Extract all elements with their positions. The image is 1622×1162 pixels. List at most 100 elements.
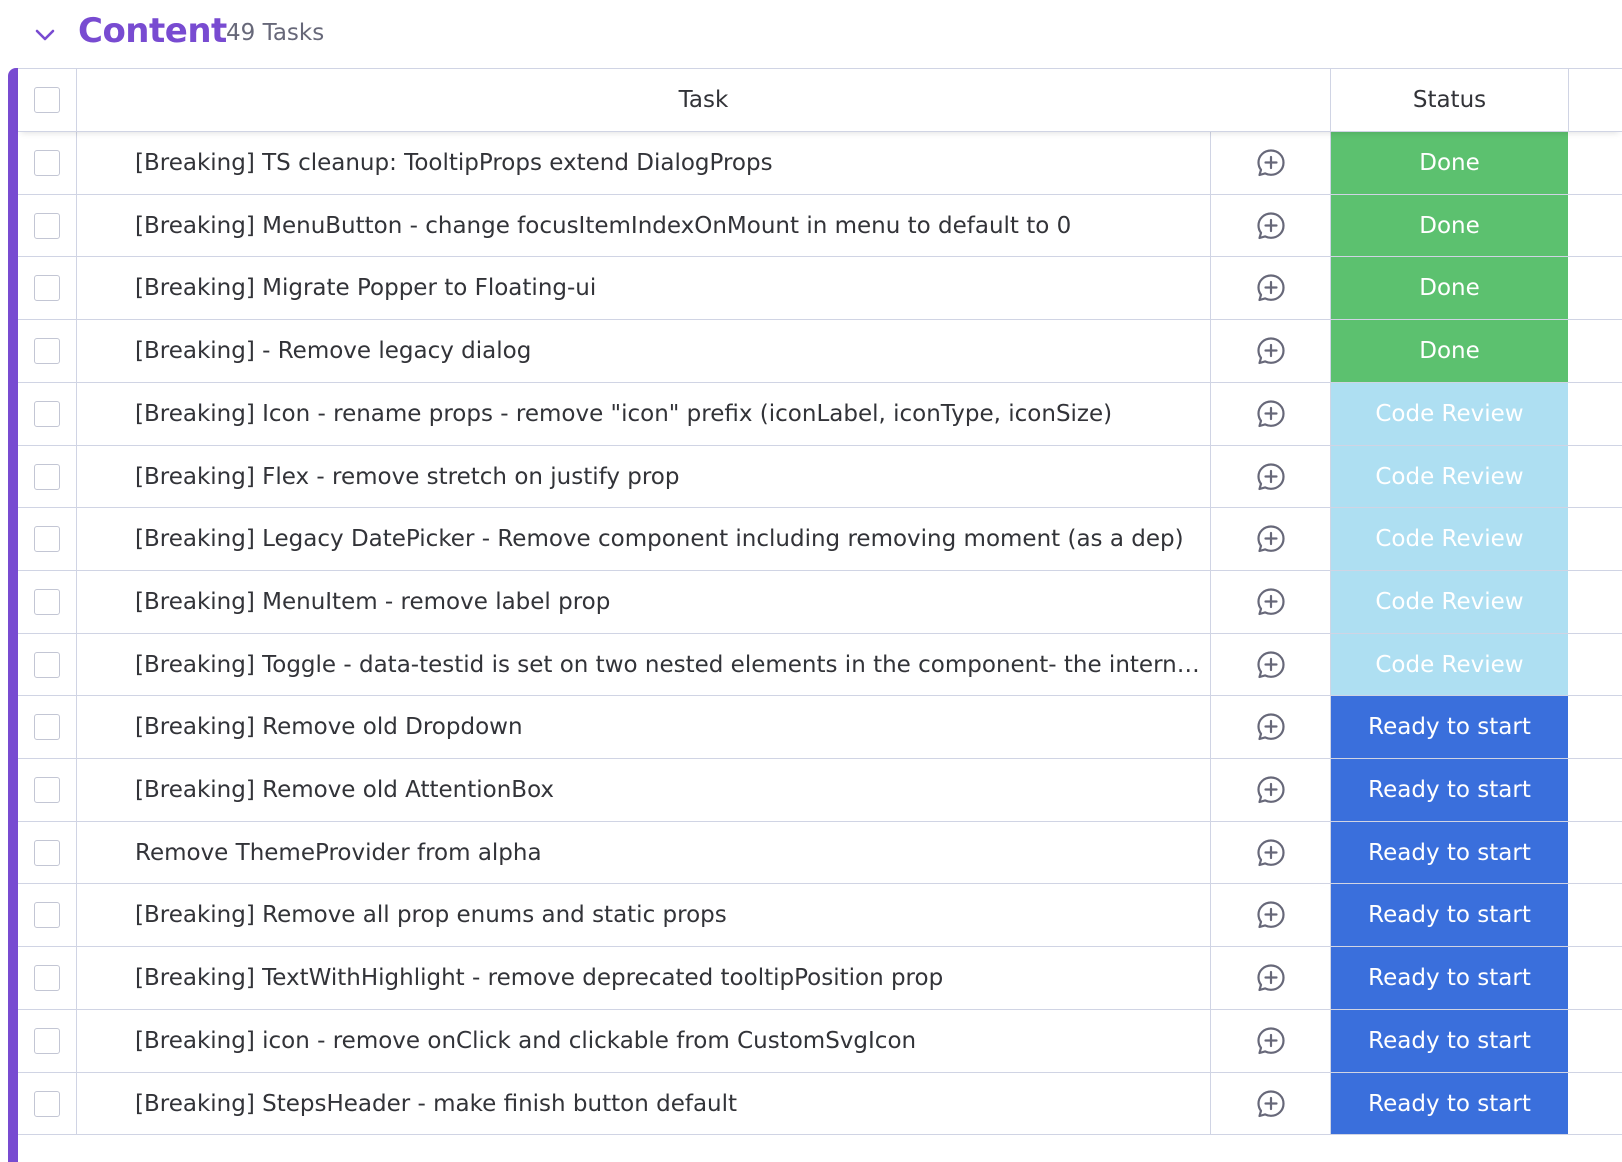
task-name-cell[interactable]: [Breaking] MenuButton - change focusItem… bbox=[77, 195, 1211, 256]
task-name[interactable]: Remove ThemeProvider from alpha bbox=[135, 840, 542, 866]
table-row[interactable]: [Breaking] Icon - rename props - remove … bbox=[18, 383, 1622, 446]
add-update-icon[interactable] bbox=[1253, 208, 1289, 244]
task-name[interactable]: [Breaking] icon - remove onClick and cli… bbox=[135, 1028, 916, 1054]
status-cell[interactable]: Code Review bbox=[1331, 383, 1569, 445]
row-checkbox[interactable] bbox=[34, 401, 60, 427]
task-name-cell[interactable]: [Breaking] TextWithHighlight - remove de… bbox=[77, 947, 1211, 1009]
add-update-icon[interactable] bbox=[1253, 145, 1289, 181]
add-update-icon[interactable] bbox=[1253, 897, 1289, 933]
add-update-icon[interactable] bbox=[1253, 772, 1289, 808]
column-header-status[interactable]: Status bbox=[1331, 69, 1569, 131]
status-cell[interactable]: Ready to start bbox=[1331, 759, 1569, 821]
task-name[interactable]: [Breaking] MenuItem - remove label prop bbox=[135, 589, 610, 615]
task-name-cell[interactable]: Remove ThemeProvider from alpha bbox=[77, 822, 1211, 883]
task-name[interactable]: [Breaking] Remove old Dropdown bbox=[135, 714, 523, 740]
row-checkbox[interactable] bbox=[34, 651, 60, 678]
task-name[interactable]: [Breaking] Flex - remove stretch on just… bbox=[135, 464, 679, 490]
table-row[interactable]: [Breaking] Toggle - data-testid is set o… bbox=[18, 634, 1622, 696]
task-name[interactable]: [Breaking] Migrate Popper to Floating-ui bbox=[135, 275, 596, 301]
row-checkbox[interactable] bbox=[34, 777, 60, 803]
add-update-icon[interactable] bbox=[1253, 647, 1289, 683]
group-title[interactable]: Content bbox=[78, 6, 227, 56]
task-name-cell[interactable]: [Breaking] icon - remove onClick and cli… bbox=[77, 1010, 1211, 1072]
row-checkbox[interactable] bbox=[34, 1090, 60, 1117]
add-update-icon[interactable] bbox=[1253, 333, 1289, 369]
task-name-cell[interactable]: [Breaking] Toggle - data-testid is set o… bbox=[77, 634, 1211, 695]
task-name-cell[interactable]: [Breaking] Remove old AttentionBox bbox=[77, 759, 1211, 821]
status-cell[interactable]: Done bbox=[1331, 257, 1569, 319]
task-name-cell[interactable]: [Breaking] Legacy DatePicker - Remove co… bbox=[77, 508, 1211, 570]
status-cell[interactable]: Ready to start bbox=[1331, 947, 1569, 1009]
task-name-cell[interactable]: [Breaking] Remove all prop enums and sta… bbox=[77, 884, 1211, 946]
row-checkbox[interactable] bbox=[34, 275, 60, 301]
status-cell[interactable]: Code Review bbox=[1331, 508, 1569, 570]
column-header-task[interactable]: Task bbox=[77, 69, 1331, 131]
task-name-cell[interactable]: [Breaking] Icon - rename props - remove … bbox=[77, 383, 1211, 445]
row-checkbox[interactable] bbox=[34, 1028, 60, 1054]
add-update-icon[interactable] bbox=[1253, 835, 1289, 871]
table-row[interactable]: [Breaking] Remove old Dropdown Ready to s… bbox=[18, 696, 1622, 759]
table-row[interactable]: [Breaking] StepsHeader - make finish but… bbox=[18, 1073, 1622, 1135]
task-name-cell[interactable]: [Breaking] - Remove legacy dialog bbox=[77, 320, 1211, 382]
status-cell[interactable]: Done bbox=[1331, 195, 1569, 256]
task-name[interactable]: [Breaking] Legacy DatePicker - Remove co… bbox=[135, 526, 1184, 552]
status-cell[interactable]: Ready to start bbox=[1331, 1073, 1569, 1134]
status-cell[interactable]: Done bbox=[1331, 132, 1569, 194]
table-row[interactable]: [Breaking] MenuButton - change focusItem… bbox=[18, 195, 1622, 257]
task-name[interactable]: [Breaking] TextWithHighlight - remove de… bbox=[135, 965, 943, 991]
task-name[interactable]: [Breaking] Remove all prop enums and sta… bbox=[135, 902, 727, 928]
table-row[interactable]: [Breaking] Flex - remove stretch on just… bbox=[18, 446, 1622, 508]
table-row[interactable]: [Breaking] - Remove legacy dialog Done bbox=[18, 320, 1622, 383]
status-cell[interactable]: Done bbox=[1331, 320, 1569, 382]
row-checkbox[interactable] bbox=[34, 338, 60, 364]
table-row[interactable]: [Breaking] Remove all prop enums and sta… bbox=[18, 884, 1622, 947]
row-checkbox[interactable] bbox=[34, 589, 60, 615]
task-name-cell[interactable]: [Breaking] Flex - remove stretch on just… bbox=[77, 446, 1211, 507]
task-name-cell[interactable]: [Breaking] Migrate Popper to Floating-ui bbox=[77, 257, 1211, 319]
task-name[interactable]: [Breaking] Icon - rename props - remove … bbox=[135, 401, 1112, 427]
task-name-cell[interactable]: [Breaking] MenuItem - remove label prop bbox=[77, 571, 1211, 633]
task-name[interactable]: [Breaking] Toggle - data-testid is set o… bbox=[135, 652, 1201, 678]
row-checkbox[interactable] bbox=[34, 212, 60, 239]
row-checkbox[interactable] bbox=[34, 965, 60, 991]
add-update-icon[interactable] bbox=[1253, 521, 1289, 557]
row-checkbox[interactable] bbox=[34, 150, 60, 176]
table-row[interactable]: [Breaking] Remove old AttentionBox Ready … bbox=[18, 759, 1622, 822]
table-row[interactable]: [Breaking] TS cleanup: TooltipProps exte… bbox=[18, 132, 1622, 195]
status-cell[interactable]: Code Review bbox=[1331, 446, 1569, 507]
status-cell[interactable]: Ready to start bbox=[1331, 884, 1569, 946]
add-update-icon[interactable] bbox=[1253, 270, 1289, 306]
table-row[interactable]: [Breaking] Migrate Popper to Floating-ui… bbox=[18, 257, 1622, 320]
status-cell[interactable]: Code Review bbox=[1331, 634, 1569, 695]
table-row[interactable]: [Breaking] MenuItem - remove label prop C… bbox=[18, 571, 1622, 634]
task-name[interactable]: [Breaking] MenuButton - change focusItem… bbox=[135, 213, 1071, 239]
row-checkbox[interactable] bbox=[34, 463, 60, 490]
chevron-down-icon[interactable] bbox=[30, 20, 60, 50]
table-row[interactable]: Remove ThemeProvider from alpha Ready to … bbox=[18, 822, 1622, 884]
task-name[interactable]: [Breaking] Remove old AttentionBox bbox=[135, 777, 554, 803]
select-all-checkbox[interactable] bbox=[34, 87, 60, 113]
row-checkbox[interactable] bbox=[34, 714, 60, 740]
task-name[interactable]: [Breaking] - Remove legacy dialog bbox=[135, 338, 531, 364]
row-checkbox[interactable] bbox=[34, 902, 60, 928]
task-name[interactable]: [Breaking] TS cleanup: TooltipProps exte… bbox=[135, 150, 773, 176]
status-cell[interactable]: Ready to start bbox=[1331, 1010, 1569, 1072]
add-update-icon[interactable] bbox=[1253, 584, 1289, 620]
add-update-icon[interactable] bbox=[1253, 1086, 1289, 1122]
add-update-icon[interactable] bbox=[1253, 1023, 1289, 1059]
task-name-cell[interactable]: [Breaking] TS cleanup: TooltipProps exte… bbox=[77, 132, 1211, 194]
add-update-icon[interactable] bbox=[1253, 709, 1289, 745]
status-cell[interactable]: Code Review bbox=[1331, 571, 1569, 633]
table-row[interactable]: [Breaking] TextWithHighlight - remove de… bbox=[18, 947, 1622, 1010]
table-row[interactable]: [Breaking] icon - remove onClick and cli… bbox=[18, 1010, 1622, 1073]
table-row[interactable]: [Breaking] Legacy DatePicker - Remove co… bbox=[18, 508, 1622, 571]
add-update-icon[interactable] bbox=[1253, 396, 1289, 432]
task-name-cell[interactable]: [Breaking] Remove old Dropdown bbox=[77, 696, 1211, 758]
status-cell[interactable]: Ready to start bbox=[1331, 822, 1569, 883]
status-cell[interactable]: Ready to start bbox=[1331, 696, 1569, 758]
task-name[interactable]: [Breaking] StepsHeader - make finish but… bbox=[135, 1091, 737, 1117]
row-checkbox[interactable] bbox=[34, 526, 60, 552]
add-update-icon[interactable] bbox=[1253, 960, 1289, 996]
row-checkbox[interactable] bbox=[34, 839, 60, 866]
add-update-icon[interactable] bbox=[1253, 459, 1289, 495]
